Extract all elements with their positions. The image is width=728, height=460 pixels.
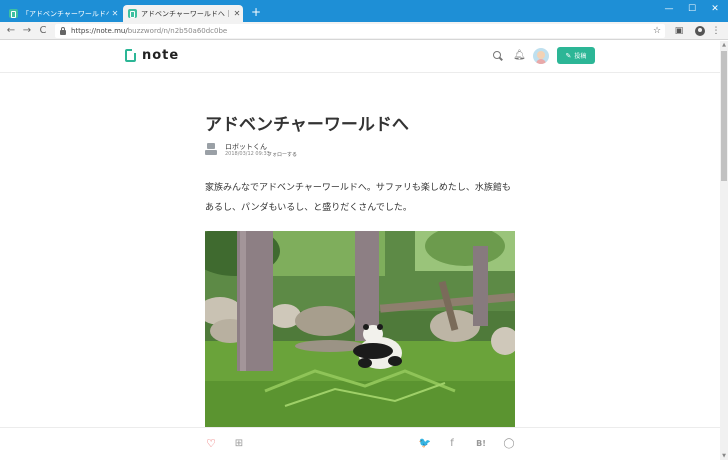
url-path: buzzword/n/n2b50a60dc0be xyxy=(127,27,228,35)
tab-inactive[interactable]: 「アドベンチャーワールドへ」の新着の ✕ xyxy=(4,5,121,22)
avatar[interactable] xyxy=(533,48,549,64)
scrollbar-thumb[interactable] xyxy=(721,51,727,181)
body-line: 家族みんなでアドベンチャーワールドへ。サファリも楽しめたし、水族館も xyxy=(205,183,511,193)
page-scrollbar[interactable]: ▲ ▼ xyxy=(720,41,728,460)
tab-close-icon[interactable]: ✕ xyxy=(109,9,121,18)
tab-title: アドベンチャーワールドへ｜ロボットくん xyxy=(141,9,231,18)
author-avatar[interactable] xyxy=(205,143,217,155)
facebook-icon[interactable]: f xyxy=(445,437,459,451)
note-favicon-icon xyxy=(128,9,137,18)
twitter-icon[interactable]: 🐦 xyxy=(418,437,432,451)
heart-icon[interactable]: ♡ xyxy=(204,437,218,451)
tab-active[interactable]: アドベンチャーワールドへ｜ロボットくん ✕ xyxy=(123,5,243,22)
url-host: https://note.mu/ xyxy=(71,27,128,35)
profile-icon[interactable] xyxy=(695,26,705,36)
browser-titlebar: 「アドベンチャーワールドへ」の新着の ✕ アドベンチャーワールドへ｜ロボットくん… xyxy=(0,0,728,22)
address-bar[interactable]: https://note.mu/buzzword/n/n2b50a60dc0be xyxy=(55,24,665,38)
browser-toolbar: ← → C https://note.mu/buzzword/n/n2b50a6… xyxy=(0,22,728,40)
follow-button[interactable]: フォローする xyxy=(267,151,297,158)
article-body: 家族みんなでアドベンチャーワールドへ。サファリも楽しめたし、水族館も あるし、パ… xyxy=(205,178,525,218)
star-icon[interactable]: ☆ xyxy=(651,24,663,38)
back-button[interactable]: ← xyxy=(4,24,18,38)
lock-icon xyxy=(60,26,66,35)
body-line: あるし、パンダもいるし、と盛りだくさんでした。 xyxy=(205,203,412,213)
new-tab-button[interactable]: + xyxy=(249,5,263,19)
panda-photo-illustration xyxy=(205,231,515,431)
bell-icon[interactable]: 🔔︎ xyxy=(513,49,526,63)
scroll-down-icon[interactable]: ▼ xyxy=(720,452,728,460)
site-header: note 🔔︎ ✎ 投稿 xyxy=(0,41,720,73)
article-photo xyxy=(205,231,515,431)
reload-button[interactable]: C xyxy=(36,24,50,38)
note-logo[interactable]: note xyxy=(125,48,179,63)
hatena-icon[interactable]: B! xyxy=(474,437,488,451)
tab-close-icon[interactable]: ✕ xyxy=(231,9,243,18)
line-icon[interactable]: ◯ xyxy=(502,437,516,451)
logo-text: note xyxy=(142,48,180,63)
search-icon[interactable] xyxy=(493,51,503,61)
post-date: 2018/03/12 09:33 xyxy=(225,151,270,157)
maximize-button[interactable]: ☐ xyxy=(681,2,703,16)
extension-icon[interactable]: ▣ xyxy=(672,24,686,38)
article-title: アドベンチャーワールドへ xyxy=(205,115,409,135)
browser-menu-icon[interactable]: ⋮ xyxy=(709,24,723,38)
pencil-icon: ✎ xyxy=(565,51,572,60)
post-button[interactable]: ✎ 投稿 xyxy=(557,47,595,64)
url-text: https://note.mu/buzzword/n/n2b50a60dc0be xyxy=(71,27,227,35)
note-favicon-icon xyxy=(9,9,18,18)
web-page: note 🔔︎ ✎ 投稿 アドベンチャーワールドへ ロボットくん 2018/03… xyxy=(0,41,720,460)
article-action-bar: ♡ ⊞ 🐦 f B! ◯ xyxy=(0,427,720,460)
note-logo-icon xyxy=(125,49,136,62)
magazine-icon[interactable]: ⊞ xyxy=(232,437,246,451)
forward-button[interactable]: → xyxy=(20,24,34,38)
tab-title: 「アドベンチャーワールドへ」の新着の xyxy=(22,9,109,18)
scroll-up-icon[interactable]: ▲ xyxy=(720,41,728,49)
close-window-button[interactable]: ✕ xyxy=(704,2,726,16)
minimize-button[interactable]: — xyxy=(658,2,680,16)
post-button-label: 投稿 xyxy=(574,53,587,60)
